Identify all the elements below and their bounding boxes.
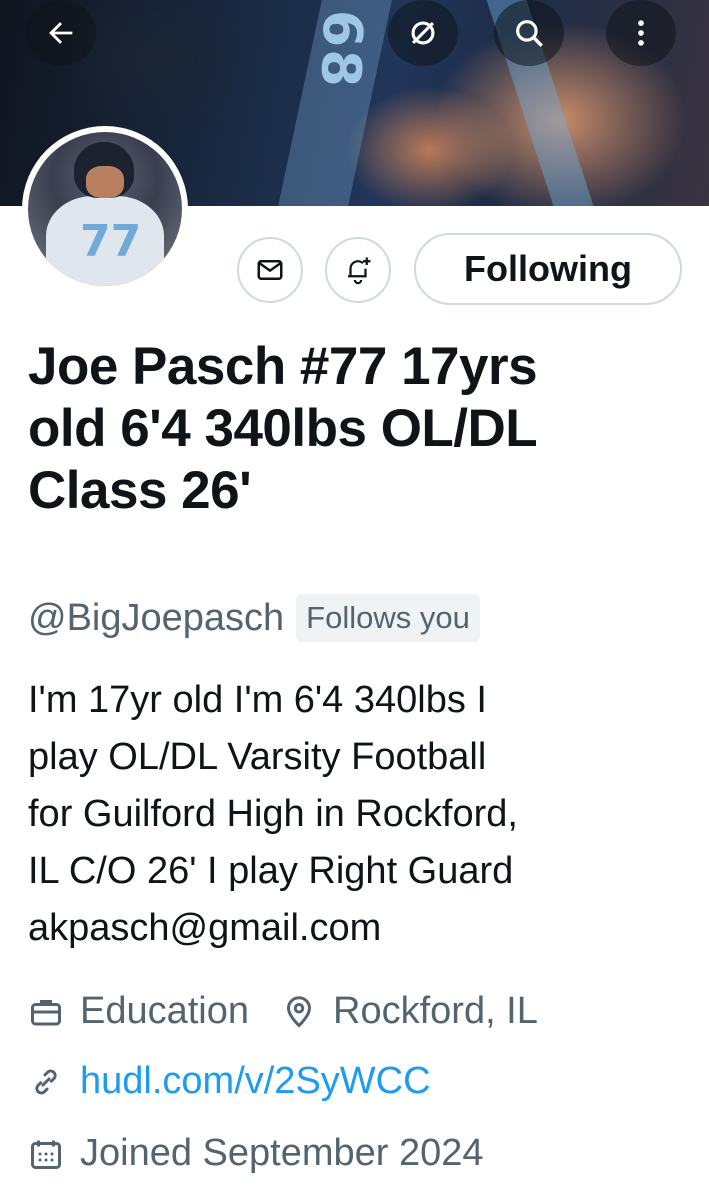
- website-link[interactable]: hudl.com/v/2SyWCC: [80, 1060, 431, 1103]
- avatar[interactable]: 77: [22, 126, 188, 292]
- more-vertical-icon: [638, 20, 644, 46]
- avatar-image: 77: [28, 132, 182, 286]
- follows-you-badge: Follows you: [296, 594, 480, 642]
- meta-category-location: Education Rockford, IL: [28, 990, 538, 1033]
- profile-category: Education: [80, 990, 250, 1032]
- meta-website: hudl.com/v/2SyWCC: [28, 1060, 431, 1103]
- bio-line: akpasch@gmail.com: [28, 907, 382, 949]
- message-button[interactable]: [237, 237, 303, 303]
- location-pin-icon: [287, 995, 312, 1028]
- bio-line: play OL/DL Varsity Football: [28, 736, 487, 778]
- meta-joined: Joined September 2024: [28, 1132, 484, 1175]
- profile-location: Rockford, IL: [333, 990, 538, 1032]
- display-name-line: Joe Pasch #77 17yrs: [28, 337, 538, 396]
- user-handle: @BigJoepasch: [28, 596, 285, 639]
- bio-line: for Guilford High in Rockford,: [28, 793, 518, 835]
- calendar-icon: [31, 1140, 61, 1169]
- display-name-line: old 6'4 340lbs OL/DL: [28, 399, 538, 458]
- grok-icon: [411, 21, 435, 45]
- display-name-line: Class 26': [28, 461, 252, 520]
- grok-button[interactable]: [388, 0, 458, 66]
- briefcase-icon: [31, 999, 61, 1025]
- avatar-face: [86, 166, 124, 198]
- display-name: Joe Pasch #77 17yrs old 6'4 340lbs OL/DL…: [28, 336, 688, 522]
- bio: I'm 17yr old I'm 6'4 340lbs I play OL/DL…: [28, 672, 668, 957]
- search-icon: [516, 20, 543, 47]
- joined-date: Joined September 2024: [80, 1132, 484, 1174]
- banner-jersey-number: 68: [308, 8, 375, 91]
- arrow-left-icon: [49, 22, 73, 44]
- bell-plus-icon: [348, 257, 371, 285]
- link-icon: [35, 1069, 57, 1094]
- avatar-jersey-number: 77: [80, 216, 142, 267]
- bio-line: IL C/O 26' I play Right Guard: [28, 850, 514, 892]
- more-button[interactable]: [606, 0, 676, 66]
- handle-row: @BigJoepasch Follows you: [28, 594, 480, 642]
- notifications-button[interactable]: [325, 237, 391, 303]
- envelope-icon: [257, 260, 283, 280]
- search-button[interactable]: [494, 0, 564, 66]
- bio-line: I'm 17yr old I'm 6'4 340lbs I: [28, 679, 487, 721]
- following-button[interactable]: Following: [414, 233, 682, 305]
- back-button[interactable]: [26, 0, 96, 66]
